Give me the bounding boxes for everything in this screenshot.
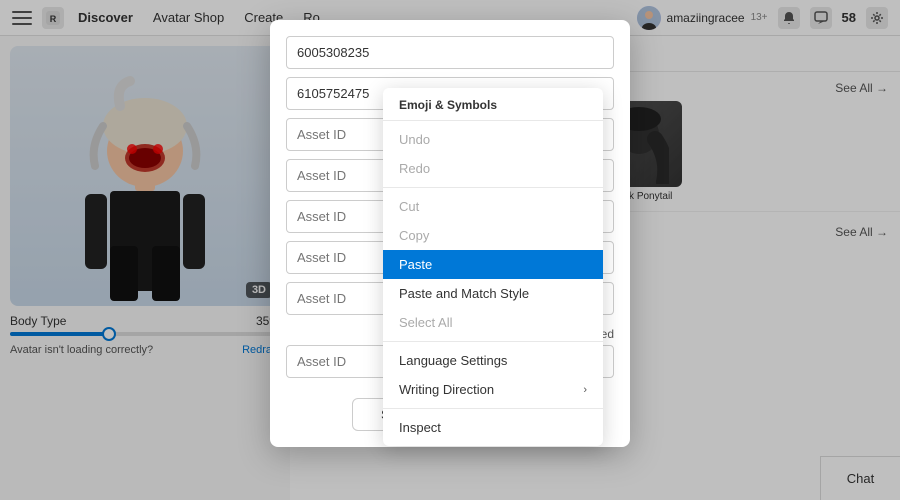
ctx-cut[interactable]: Cut (383, 192, 603, 221)
ctx-language-settings[interactable]: Language Settings (383, 346, 603, 375)
ctx-writing-direction-label: Writing Direction (399, 382, 494, 397)
chevron-right-icon: › (583, 384, 587, 396)
context-menu: Emoji & Symbols Undo Redo Cut Copy Paste… (383, 88, 603, 446)
ctx-inspect[interactable]: Inspect (383, 413, 603, 442)
divider (383, 187, 603, 188)
ctx-paste-match[interactable]: Paste and Match Style (383, 279, 603, 308)
context-menu-section: Emoji & Symbols (383, 92, 603, 116)
ctx-redo: Redo (383, 154, 603, 183)
ctx-paste[interactable]: Paste (383, 250, 603, 279)
ctx-writing-direction[interactable]: Writing Direction › (383, 375, 603, 404)
divider (383, 120, 603, 121)
ctx-undo: Undo (383, 125, 603, 154)
ctx-copy[interactable]: Copy (383, 221, 603, 250)
asset-id-input-1[interactable] (286, 36, 614, 69)
ctx-select-all[interactable]: Select All (383, 308, 603, 337)
divider (383, 408, 603, 409)
divider (383, 341, 603, 342)
